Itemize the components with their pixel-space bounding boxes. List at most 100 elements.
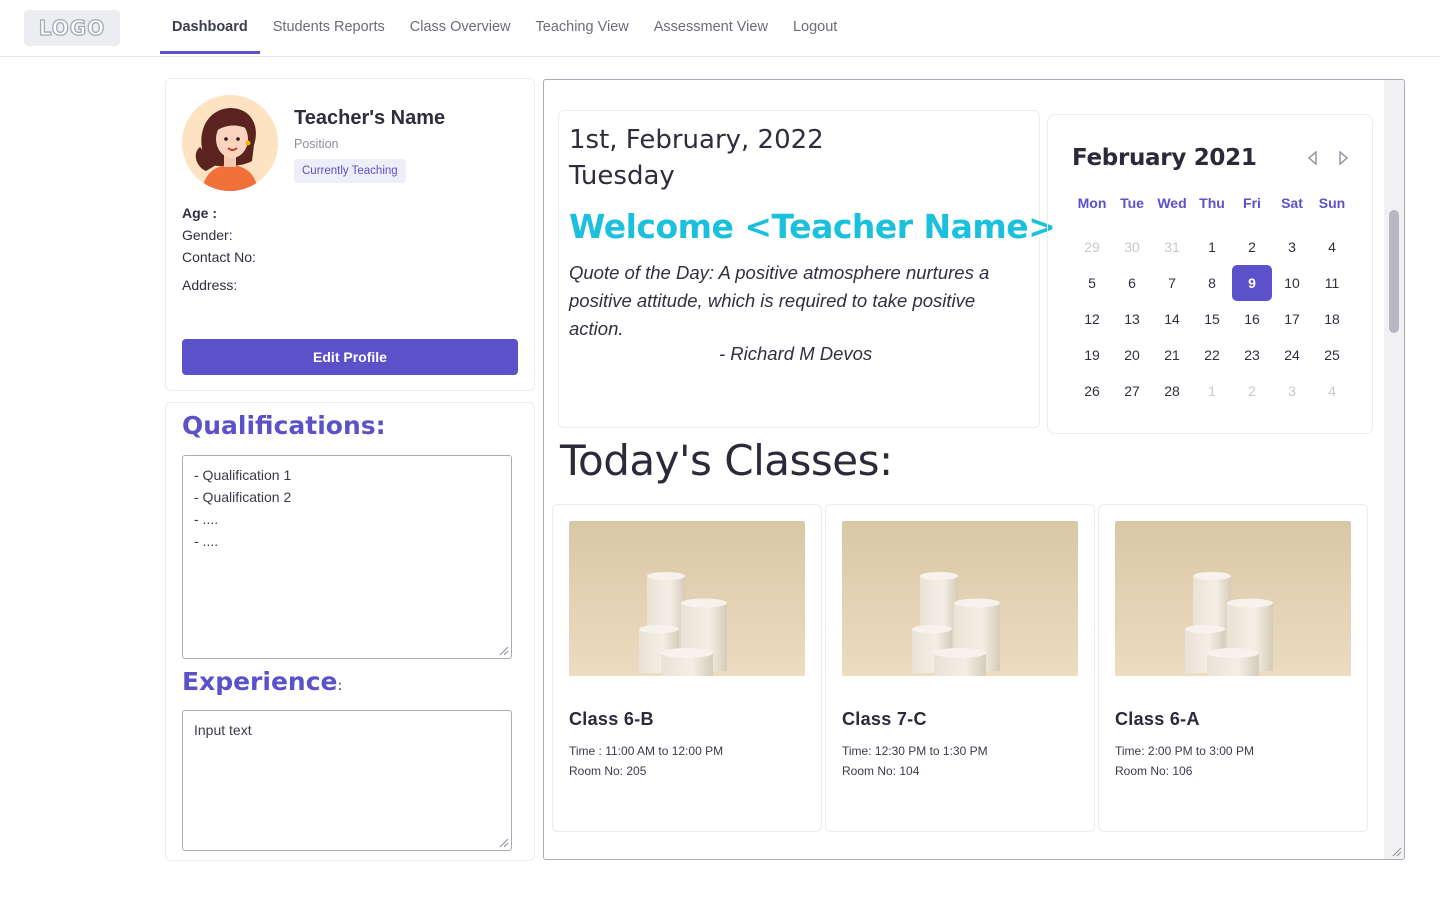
resize-grip-icon[interactable] [499, 838, 509, 848]
nav-teaching-view[interactable]: Teaching View [524, 0, 641, 54]
main-panel[interactable]: 1st, February, 2022 Tuesday Welcome <Tea… [543, 79, 1405, 860]
chevron-left-icon[interactable] [1306, 151, 1320, 165]
calendar-day[interactable]: 21 [1152, 347, 1192, 363]
calendar-day[interactable]: 4 [1312, 383, 1352, 399]
weekday-label: Sat [1281, 195, 1303, 211]
calendar-day[interactable]: 27 [1112, 383, 1152, 399]
calendar-day[interactable]: 3 [1272, 383, 1312, 399]
calendar-day[interactable]: 19 [1072, 347, 1112, 363]
calendar-day[interactable]: 22 [1192, 347, 1232, 363]
calendar-day[interactable]: 29 [1072, 239, 1112, 255]
experience-colon: : [337, 678, 343, 694]
calendar-day[interactable]: 24 [1272, 347, 1312, 363]
experience-textarea[interactable]: Input text [182, 710, 512, 851]
calendar-day[interactable]: 1 [1192, 239, 1232, 255]
qualifications-textarea[interactable]: - Qualification 1 - Qualification 2 - ..… [182, 455, 512, 659]
calendar-day[interactable]: 3 [1272, 239, 1312, 255]
calendar-day[interactable]: 16 [1232, 311, 1272, 327]
calendar-day[interactable]: 31 [1152, 239, 1192, 255]
contact-label: Contact No: [182, 249, 256, 265]
class-card[interactable]: Class 6-B Time : 11:00 AM to 12:00 PM Room… [552, 504, 822, 832]
gender-label: Gender: [182, 227, 233, 243]
calendar-card: February 2021 Mon Tue Wed Thu Fri Sat Su… [1047, 114, 1373, 434]
calendar-day[interactable]: 5 [1072, 275, 1112, 291]
class-time: Time: 2:00 PM to 3:00 PM [1115, 744, 1254, 758]
welcome-heading: Welcome <Teacher Name> [569, 207, 1056, 246]
calendar-day[interactable]: 15 [1192, 311, 1232, 327]
class-image [1115, 521, 1351, 676]
calendar-day[interactable]: 12 [1072, 311, 1112, 327]
logo[interactable]: LOGO [24, 10, 120, 46]
calendar-day[interactable]: 6 [1112, 275, 1152, 291]
calendar-day[interactable]: 26 [1072, 383, 1112, 399]
calendar-day[interactable]: 14 [1152, 311, 1192, 327]
experience-title-text: Experience [182, 667, 338, 696]
qualifications-card: Qualifications: - Qualification 1 - Qual… [165, 402, 535, 861]
class-room: Room No: 205 [569, 764, 647, 778]
chevron-right-icon[interactable] [1336, 151, 1350, 165]
class-card[interactable]: Class 6-A Time: 2:00 PM to 3:00 PM Room No… [1098, 504, 1368, 832]
calendar-week-row: 5 6 7 8 9 10 11 [1072, 265, 1352, 301]
calendar-day[interactable]: 2 [1232, 383, 1272, 399]
class-room: Room No: 106 [1115, 764, 1193, 778]
calendar-grid: Mon Tue Wed Thu Fri Sat Sun 29 30 31 1 2 3 4 5 6… [1072, 193, 1352, 409]
resize-grip-icon[interactable] [499, 646, 509, 656]
calendar-day[interactable]: 30 [1112, 239, 1152, 255]
scrollbar[interactable] [1384, 80, 1404, 859]
nav-students-reports[interactable]: Students Reports [261, 0, 397, 54]
logo-text: LOGO [38, 15, 106, 40]
calendar-day[interactable]: 8 [1192, 275, 1232, 291]
weekday-label: Mon [1077, 195, 1107, 211]
class-name: Class 7-C [842, 709, 927, 729]
class-room: Room No: 104 [842, 764, 920, 778]
calendar-day[interactable]: 13 [1112, 311, 1152, 327]
class-image [569, 521, 805, 676]
scrollbar-thumb[interactable] [1389, 210, 1399, 333]
qualification-line: - Qualification 2 [194, 489, 292, 505]
class-name: Class 6-A [1115, 709, 1200, 729]
teacher-avatar-icon [182, 95, 278, 191]
nav-dashboard[interactable]: Dashboard [160, 0, 260, 54]
current-date: 1st, February, 2022 [569, 125, 824, 155]
calendar-day[interactable]: 7 [1152, 275, 1192, 291]
calendar-week-row: 12 13 14 15 16 17 18 [1072, 301, 1352, 337]
weekday-label: Wed [1157, 195, 1187, 211]
main-nav: Dashboard Students Reports Class Overvie… [160, 0, 850, 57]
weekday-label: Sun [1318, 195, 1346, 211]
calendar-day[interactable]: 1 [1192, 383, 1232, 399]
class-card[interactable]: Class 7-C Time: 12:30 PM to 1:30 PM Room N… [825, 504, 1095, 832]
experience-value: Input text [194, 722, 252, 738]
address-label: Address: [182, 277, 238, 293]
calendar-day[interactable]: 11 [1312, 275, 1352, 291]
qualification-line: - Qualification 1 [194, 467, 292, 483]
calendar-day[interactable]: 20 [1112, 347, 1152, 363]
calendar-day[interactable]: 28 [1152, 383, 1192, 399]
nav-logout[interactable]: Logout [781, 0, 849, 54]
calendar-day[interactable]: 4 [1312, 239, 1352, 255]
resize-grip-icon[interactable] [1392, 847, 1402, 857]
calendar-day[interactable]: 10 [1272, 275, 1312, 291]
nav-assessment-view[interactable]: Assessment View [642, 0, 780, 54]
calendar-weekday-row: Mon Tue Wed Thu Fri Sat Sun [1072, 193, 1352, 213]
calendar-day-selected[interactable]: 9 [1232, 265, 1272, 301]
nav-class-overview[interactable]: Class Overview [398, 0, 523, 54]
qualification-line: - .... [194, 533, 219, 549]
teacher-name: Teacher's Name [294, 107, 446, 129]
calendar-day[interactable]: 25 [1312, 347, 1352, 363]
teacher-position: Position [294, 137, 339, 151]
status-badge: Currently Teaching [294, 159, 406, 183]
class-image [842, 521, 1078, 676]
profile-card: Teacher's Name Position Currently Teachi… [165, 78, 535, 391]
qualification-line: - .... [194, 511, 219, 527]
calendar-week-row: 26 27 28 1 2 3 4 [1072, 373, 1352, 409]
calendar-month-title: February 2021 [1072, 145, 1257, 171]
calendar-day[interactable]: 17 [1272, 311, 1312, 327]
calendar-week-row: 19 20 21 22 23 24 25 [1072, 337, 1352, 373]
quote-of-the-day: Quote of the Day: A positive atmosphere … [569, 262, 990, 339]
edit-profile-button[interactable]: Edit Profile [182, 339, 518, 375]
calendar-day[interactable]: 2 [1232, 239, 1272, 255]
age-label: Age : [182, 205, 217, 221]
experience-title: Experience: [182, 667, 342, 696]
calendar-day[interactable]: 18 [1312, 311, 1352, 327]
calendar-day[interactable]: 23 [1232, 347, 1272, 363]
